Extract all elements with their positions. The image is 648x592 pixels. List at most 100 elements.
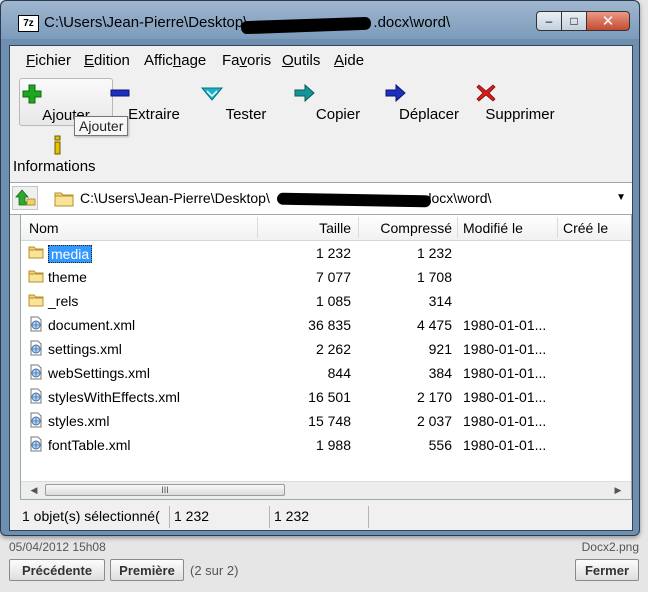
- file-modified: 1980-01-01...: [463, 437, 547, 453]
- copy-button[interactable]: Copier: [292, 78, 384, 124]
- file-modified: 1980-01-01...: [463, 317, 547, 333]
- column-header-packed[interactable]: Compressé: [358, 220, 452, 236]
- file-size: 16 501: [308, 389, 351, 405]
- file-name: fontTable.xml: [48, 437, 131, 453]
- file-modified: 1980-01-01...: [463, 365, 547, 381]
- minus-icon: [110, 89, 130, 97]
- title-bar[interactable]: 7z C:\Users\Jean-Pierre\Desktop\ .docx\wo…: [1, 1, 639, 39]
- menu-aide[interactable]: Aide: [334, 52, 364, 69]
- file-size: 1 988: [315, 437, 351, 453]
- table-row[interactable]: fontTable.xml 1 988 556 1980-01-01...: [21, 433, 631, 457]
- scroll-thumb[interactable]: III: [45, 484, 285, 496]
- close-viewer-button[interactable]: Fermer: [575, 559, 639, 581]
- file-packed-size: 314: [428, 293, 452, 309]
- column-header-size[interactable]: Taille: [257, 220, 351, 236]
- column-header-name[interactable]: Nom: [29, 220, 59, 236]
- scroll-left-icon[interactable]: ◀: [27, 484, 41, 497]
- menu-favoris[interactable]: Favoris: [222, 52, 271, 69]
- folder-icon: [28, 294, 44, 307]
- menu-affichage[interactable]: Affichage: [144, 52, 206, 69]
- info-label: Informations: [13, 158, 96, 175]
- file-packed-size: 384: [428, 365, 452, 381]
- window-controls: – □ ✕: [536, 11, 630, 31]
- file-packed-size: 556: [428, 437, 452, 453]
- file-name: media: [48, 245, 93, 263]
- move-arrow-icon: [385, 83, 406, 103]
- file-name: _rels: [48, 293, 79, 309]
- column-header-created[interactable]: Créé le: [563, 220, 608, 236]
- dropdown-arrow-icon[interactable]: ▼: [616, 192, 626, 203]
- up-folder-button[interactable]: [12, 186, 38, 210]
- previous-button[interactable]: Précédente: [9, 559, 105, 581]
- table-row[interactable]: settings.xml 2 262 921 1980-01-01...: [21, 337, 631, 361]
- minimize-button[interactable]: –: [536, 11, 562, 31]
- test-label: Tester: [225, 106, 267, 123]
- toolbar: Ajouter Extraire Tester Copier Déplacer …: [10, 74, 632, 182]
- up-arrow-icon: [15, 189, 36, 206]
- file-modified: 1980-01-01...: [463, 389, 547, 405]
- horizontal-scrollbar[interactable]: ◀ III ▶: [21, 481, 631, 499]
- menu-bar: Fichier Edition Affichage Favoris Outils…: [10, 46, 632, 74]
- 7zip-app-icon: 7z: [18, 15, 39, 32]
- xml-file-icon: [30, 388, 42, 404]
- file-size: 36 835: [308, 317, 351, 333]
- status-selection: 1 objet(s) sélectionné(: [22, 508, 160, 524]
- folder-icon: [28, 270, 44, 283]
- menu-edition[interactable]: Edition: [84, 52, 130, 69]
- menu-fichier[interactable]: Fichier: [26, 52, 71, 69]
- file-name: document.xml: [48, 317, 136, 333]
- xml-file-icon: [30, 412, 42, 428]
- status-bar: 1 objet(s) sélectionné( 1 232 1 232: [20, 504, 632, 528]
- xml-file-icon: [30, 340, 42, 356]
- file-packed-size: 2 170: [416, 389, 452, 405]
- scroll-right-icon[interactable]: ▶: [611, 484, 625, 497]
- table-row[interactable]: document.xml 36 835 4 475 1980-01-01...: [21, 313, 631, 337]
- file-name: theme: [48, 269, 87, 285]
- maximize-button[interactable]: □: [561, 11, 587, 31]
- file-name: webSettings.xml: [48, 365, 150, 381]
- info-icon: [54, 135, 61, 155]
- file-size: 1 085: [315, 293, 351, 309]
- table-row[interactable]: webSettings.xml 844 384 1980-01-01...: [21, 361, 631, 385]
- table-row[interactable]: media 1 232 1 232: [21, 241, 631, 265]
- move-button[interactable]: Déplacer: [383, 78, 475, 124]
- file-size: 7 077: [315, 269, 351, 285]
- file-modified: 1980-01-01...: [463, 413, 547, 429]
- table-row[interactable]: _rels 1 085 314: [21, 289, 631, 313]
- plus-icon: [22, 84, 42, 104]
- copy-arrow-icon: [294, 83, 315, 103]
- table-row[interactable]: stylesWithEffects.xml 16 501 2 170 1980-01-…: [21, 385, 631, 409]
- file-size: 2 262: [315, 341, 351, 357]
- file-name: stylesWithEffects.xml: [48, 389, 180, 405]
- file-name: settings.xml: [48, 341, 122, 357]
- xml-file-icon: [30, 364, 42, 380]
- xml-file-icon: [30, 316, 42, 332]
- column-header-modified[interactable]: Modifié le: [463, 220, 523, 236]
- tooltip: Ajouter: [74, 116, 129, 136]
- info-button[interactable]: Informations: [10, 130, 110, 176]
- archive-window: 7z C:\Users\Jean-Pierre\Desktop\ .docx\wo…: [0, 0, 640, 536]
- delete-button[interactable]: Supprimer: [474, 78, 566, 124]
- test-button[interactable]: Tester: [200, 78, 292, 124]
- copy-label: Copier: [315, 106, 361, 123]
- first-button[interactable]: Première: [110, 559, 184, 581]
- file-packed-size: 1 708: [416, 269, 452, 285]
- file-packed-size: 921: [428, 341, 452, 357]
- window-client: Fichier Edition Affichage Favoris Outils…: [9, 45, 633, 531]
- folder-icon: [54, 192, 74, 207]
- file-packed-size: 4 475: [416, 317, 452, 333]
- image-filename: Docx2.png: [581, 540, 639, 554]
- table-row[interactable]: styles.xml 15 748 2 037 1980-01-01...: [21, 409, 631, 433]
- table-row[interactable]: theme 7 077 1 708: [21, 265, 631, 289]
- menu-outils[interactable]: Outils: [282, 52, 320, 69]
- close-button[interactable]: ✕: [586, 11, 630, 31]
- address-bar[interactable]: C:\Users\Jean-Pierre\Desktop\ .docx\word\…: [10, 182, 632, 215]
- file-list: Nom Taille Compressé Modifié le Créé le …: [20, 214, 632, 500]
- delete-x-icon: [476, 84, 496, 102]
- file-size: 844: [327, 365, 351, 381]
- file-size: 1 232: [315, 245, 351, 261]
- file-modified: 1980-01-01...: [463, 341, 547, 357]
- status-packed: 1 232: [274, 508, 310, 524]
- checkmark-icon: [200, 87, 224, 101]
- list-header: Nom Taille Compressé Modifié le Créé le: [21, 215, 631, 241]
